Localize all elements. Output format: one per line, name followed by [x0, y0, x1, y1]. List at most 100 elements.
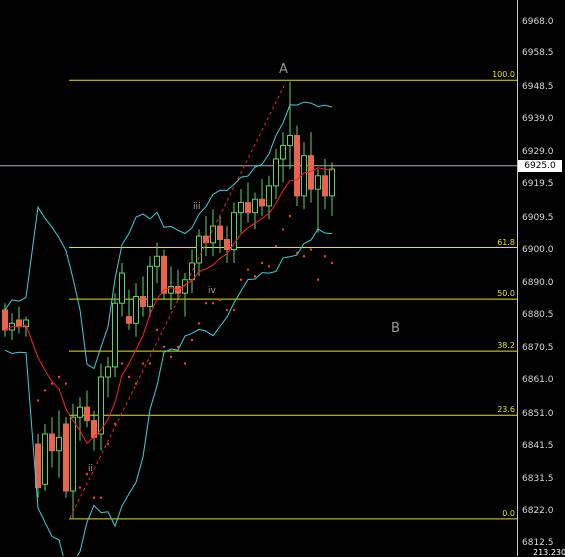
- candle-body: [217, 225, 223, 240]
- candle-body: [294, 135, 300, 197]
- candle-body: [133, 296, 139, 324]
- sar-dot: [92, 496, 96, 499]
- candle-body: [2, 309, 8, 331]
- fib-label: 23.6: [497, 405, 515, 415]
- fib-label: 38.2: [497, 341, 515, 351]
- price-label: 6939.0: [522, 113, 554, 124]
- candle-body: [259, 198, 265, 207]
- candle-body: [98, 376, 104, 435]
- sar-dot: [141, 362, 145, 365]
- wave-label-iv: iv: [208, 286, 216, 296]
- price-label: 6861.0: [522, 375, 554, 386]
- price-label: 6812.5: [522, 538, 554, 548]
- price-label: 6822.0: [522, 506, 554, 517]
- sar-dot: [323, 255, 327, 258]
- sar-dot: [246, 268, 250, 271]
- price-label: 6831.5: [522, 474, 554, 485]
- candle-body: [196, 235, 202, 264]
- candle-body: [112, 302, 118, 368]
- candle-body: [147, 265, 153, 308]
- sar-dot: [169, 355, 173, 359]
- sar-dot: [232, 308, 236, 312]
- sar-dot: [113, 422, 117, 426]
- sar-dot: [99, 496, 103, 499]
- price-label: 6958.5: [522, 48, 554, 59]
- sar-dot: [225, 308, 229, 312]
- moving-average: [4, 167, 333, 444]
- candle-body: [105, 366, 111, 378]
- candle-body: [266, 185, 272, 207]
- price-chart[interactable]: 6968.0 6958.5 6948.5 6939.0 6929.0 6919.5 6909…: [0, 0, 565, 557]
- sar-dot: [295, 251, 299, 255]
- candle-body: [56, 436, 62, 452]
- sar-dot: [183, 362, 187, 365]
- wave-label-iii: iii: [193, 202, 201, 212]
- candle-body: [273, 158, 279, 187]
- sar-dot: [134, 382, 138, 385]
- price-label: 6909.5: [522, 212, 554, 223]
- candle-body: [203, 235, 209, 244]
- candle-body: [245, 202, 251, 214]
- candle-body: [301, 155, 307, 197]
- price-label: 6968.0: [522, 16, 554, 27]
- sar-dot: [64, 382, 68, 385]
- sar-dot: [57, 375, 61, 379]
- sar-dot: [302, 255, 306, 258]
- candle-body: [189, 262, 195, 281]
- candle-body: [287, 135, 293, 147]
- candle-body: [119, 272, 125, 304]
- candle-body: [280, 145, 286, 160]
- candle-body: [70, 416, 76, 492]
- price-label: 6900.0: [522, 244, 554, 255]
- current-price-tag: 6925.0: [518, 159, 562, 172]
- sar-dot: [260, 261, 264, 265]
- sar-dot: [316, 278, 320, 281]
- sar-dot: [281, 228, 285, 231]
- price-label: 6851.0: [522, 408, 554, 419]
- trend-line: [69, 81, 287, 519]
- sar-dot: [162, 345, 166, 349]
- bollinger-lower: [4, 228, 333, 556]
- wave-label-ii: ii: [88, 464, 94, 474]
- plot-area[interactable]: [0, 0, 565, 556]
- sar-dot: [267, 265, 271, 268]
- candle-body: [224, 238, 230, 251]
- sar-dot: [330, 261, 334, 265]
- sar-dot: [253, 275, 257, 278]
- candle-body: [140, 296, 146, 308]
- candle-body: [126, 316, 132, 324]
- sar-dot: [197, 322, 201, 325]
- sar-dot: [78, 486, 82, 489]
- candle-body: [49, 433, 55, 452]
- sar-dot: [148, 362, 152, 365]
- sar-dot: [50, 382, 54, 385]
- price-label: 6880.5: [522, 309, 554, 320]
- fib-label: 61.8: [497, 237, 515, 247]
- sar-dot: [218, 298, 222, 302]
- sar-dot: [309, 248, 313, 251]
- sar-dot: [43, 389, 47, 392]
- candle-body: [84, 406, 90, 422]
- candle-body: [238, 202, 244, 214]
- candle-body: [329, 168, 335, 197]
- sar-dot: [176, 345, 180, 349]
- price-label: 6929.0: [522, 147, 554, 158]
- candle-body: [63, 423, 69, 492]
- price-label: 6919.5: [522, 179, 554, 190]
- sar-dot: [106, 442, 110, 446]
- sar-dot: [127, 375, 131, 379]
- candle-body: [252, 198, 258, 214]
- sar-dot: [239, 278, 243, 281]
- sar-dot: [288, 214, 292, 218]
- price-label: 6948.5: [522, 81, 554, 92]
- candle-body: [161, 255, 167, 294]
- wave-label-b: B: [391, 321, 400, 336]
- sar-dot: [211, 302, 215, 305]
- candle-body: [77, 406, 83, 418]
- candle-body: [308, 155, 314, 190]
- candle-body: [42, 433, 48, 485]
- candle-body: [322, 175, 328, 197]
- sar-dot: [36, 399, 40, 402]
- candle-body: [154, 255, 160, 267]
- candle-body: [210, 225, 216, 244]
